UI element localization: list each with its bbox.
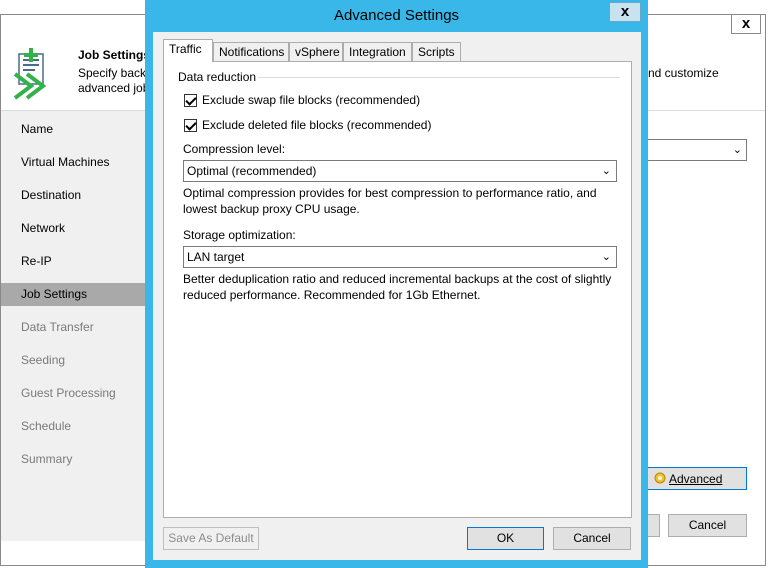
storage-help-line2: reduced performance. Recommended for 1Gb… [183, 288, 481, 302]
ok-button[interactable]: OK [467, 527, 544, 550]
sidebar-item-data-transfer: Data Transfer [21, 320, 94, 334]
dialog-title: Advanced Settings [333, 7, 460, 24]
wizard-cancel-button[interactable]: Cancel [668, 514, 747, 537]
compression-help-line2: lowest backup proxy CPU usage. [183, 202, 360, 216]
gear-icon [654, 472, 666, 484]
sidebar-item-seeding: Seeding [21, 353, 66, 367]
sidebar-item-name[interactable]: Name [1, 118, 147, 141]
chevron-down-icon: ⌄ [601, 251, 611, 263]
wizard-description-tail: nd customize [648, 66, 719, 80]
tab-traffic[interactable]: Traffic [163, 39, 213, 62]
dialog-close-button[interactable]: x [609, 2, 641, 22]
wizard-sidebar: Name Virtual Machines Destination Networ… [1, 111, 147, 541]
sidebar-item-network[interactable]: Network [1, 217, 147, 240]
storage-optimization-value: LAN target [187, 250, 245, 264]
exclude-deleted-checkbox[interactable] [184, 119, 197, 132]
job-settings-icon [13, 48, 47, 100]
group-divider [258, 77, 620, 78]
compression-level-label: Compression level: [183, 142, 286, 156]
compression-level-value: Optimal (recommended) [187, 164, 317, 178]
exclude-swap-label: Exclude swap file blocks (recommended) [202, 93, 421, 107]
sidebar-item-summary: Summary [21, 452, 73, 466]
exclude-swap-checkbox[interactable] [184, 94, 197, 107]
storage-help-line1: Better deduplication ratio and reduced i… [183, 272, 612, 286]
sidebar-item-schedule: Schedule [21, 419, 72, 433]
sidebar-item-virtual-machines[interactable]: Virtual Machines [1, 151, 147, 174]
storage-optimization-label: Storage optimization: [183, 228, 296, 242]
wizard-description: advanced job [78, 81, 150, 95]
sidebar-item-re-ip[interactable]: Re-IP [1, 250, 147, 273]
advanced-button-label: Advanced [669, 472, 723, 486]
storage-optimization-select[interactable]: LAN target ⌄ [183, 246, 617, 268]
tab-vsphere[interactable]: vSphere [289, 42, 343, 61]
advanced-button[interactable]: Advanced [646, 467, 747, 490]
wizard-description: Specify back [78, 66, 147, 80]
wizard-dropdown[interactable]: ⌄ [646, 139, 747, 161]
wizard-title: Job Settings [78, 48, 151, 62]
compression-level-select[interactable]: Optimal (recommended) ⌄ [183, 160, 617, 182]
exclude-deleted-label: Exclude deleted file blocks (recommended… [202, 118, 432, 132]
wizard-close-button[interactable]: x [731, 14, 761, 34]
sidebar-item-job-settings[interactable]: Job Settings [1, 283, 147, 306]
tab-integration[interactable]: Integration [343, 42, 412, 61]
tab-scripts[interactable]: Scripts [412, 42, 461, 61]
chevron-down-icon: ⌄ [732, 144, 742, 156]
sidebar-item-guest-processing: Guest Processing [21, 386, 116, 400]
cancel-button[interactable]: Cancel [553, 527, 631, 550]
tab-notifications[interactable]: Notifications [213, 42, 289, 61]
wizard-button-partial[interactable] [646, 514, 660, 537]
save-as-default-button[interactable]: Save As Default [163, 527, 259, 550]
data-reduction-group-label: Data reduction [178, 70, 257, 84]
compression-help-line1: Optimal compression provides for best co… [183, 186, 597, 200]
chevron-down-icon: ⌄ [601, 165, 611, 177]
sidebar-item-destination[interactable]: Destination [1, 184, 147, 207]
